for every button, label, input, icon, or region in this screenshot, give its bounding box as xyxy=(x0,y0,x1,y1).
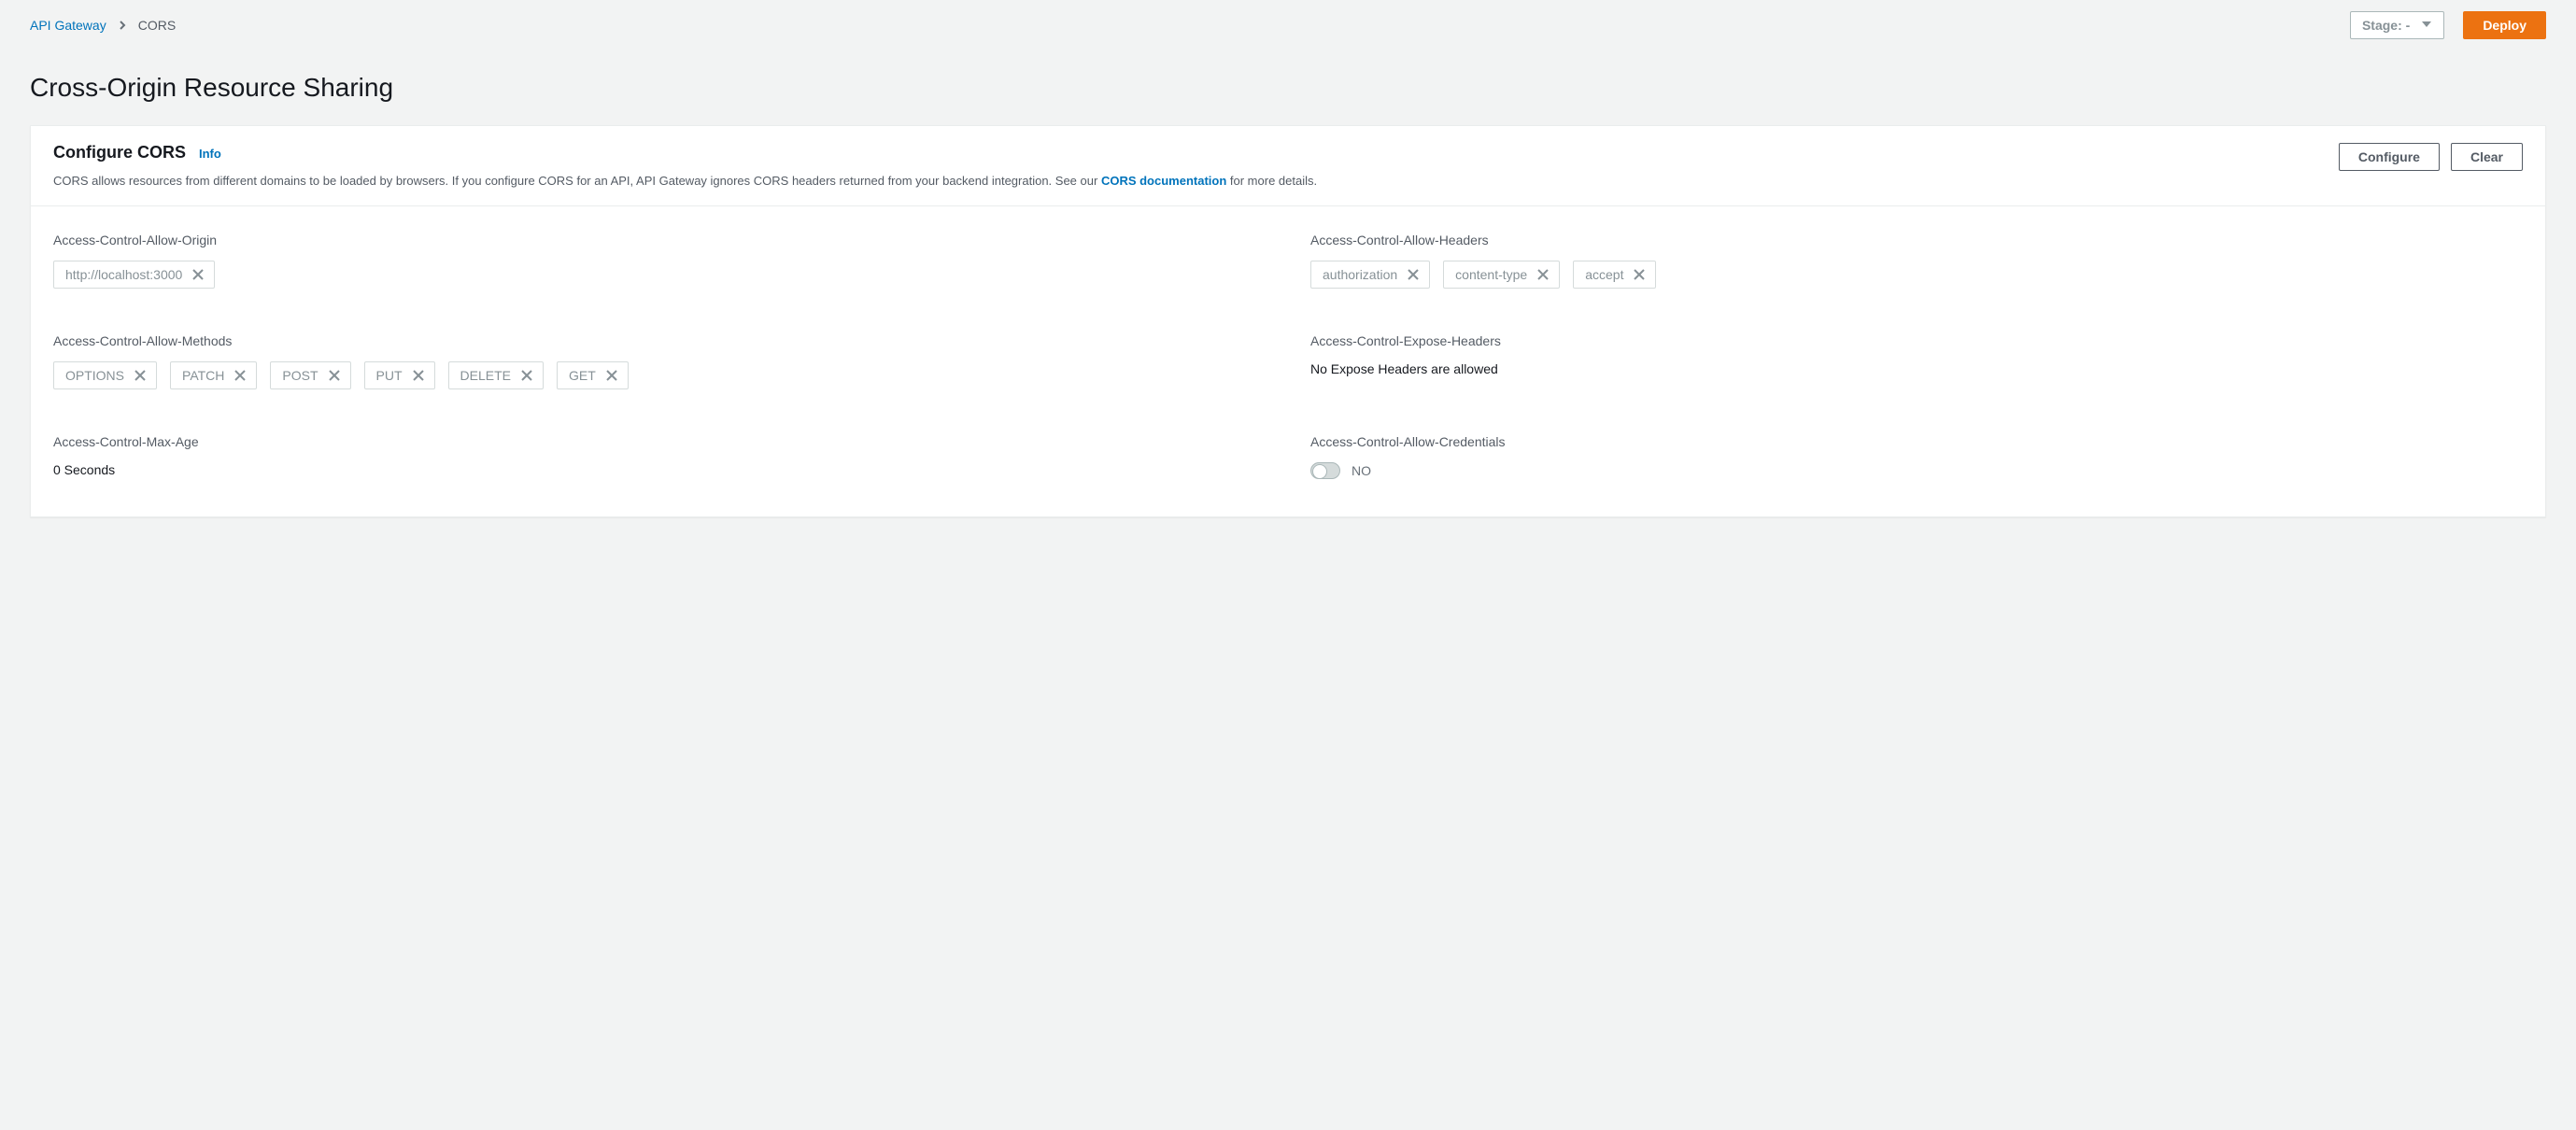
panel-title: Configure CORS xyxy=(53,143,186,162)
tag: OPTIONS xyxy=(53,361,157,389)
tag: authorization xyxy=(1310,261,1430,289)
remove-icon[interactable] xyxy=(1536,268,1550,281)
expose-headers-value: No Expose Headers are allowed xyxy=(1310,361,2523,376)
field-allow-methods: Access-Control-Allow-Methods OPTIONS PATC… xyxy=(53,333,1266,389)
tag: http://localhost:3000 xyxy=(53,261,215,289)
configure-cors-panel: Configure CORS Info CORS allows resource… xyxy=(30,125,2546,517)
tag: accept xyxy=(1573,261,1656,289)
configure-button[interactable]: Configure xyxy=(2339,143,2440,171)
tag-label: http://localhost:3000 xyxy=(65,267,182,282)
tag: PUT xyxy=(364,361,435,389)
remove-icon[interactable] xyxy=(412,369,425,382)
tag: content-type xyxy=(1443,261,1560,289)
field-allow-origin: Access-Control-Allow-Origin http://local… xyxy=(53,233,1266,289)
panel-description-prefix: CORS allows resources from different dom… xyxy=(53,174,1101,188)
field-label: Access-Control-Allow-Headers xyxy=(1310,233,2523,247)
breadcrumb-current: CORS xyxy=(138,18,176,33)
tag-label: PATCH xyxy=(182,368,224,383)
remove-icon[interactable] xyxy=(1407,268,1420,281)
tag: DELETE xyxy=(448,361,544,389)
field-allow-headers: Access-Control-Allow-Headers authorizati… xyxy=(1310,233,2523,289)
page-title: Cross-Origin Resource Sharing xyxy=(30,47,2546,125)
allow-origin-tags: http://localhost:3000 xyxy=(53,261,1266,289)
allow-methods-tags: OPTIONS PATCH POST PUT DELETE GET xyxy=(53,361,1266,389)
tag: POST xyxy=(270,361,350,389)
cors-documentation-link[interactable]: CORS documentation xyxy=(1101,174,1226,188)
allow-credentials-value: NO xyxy=(1352,463,1371,478)
allow-headers-tags: authorization content-type accept xyxy=(1310,261,2523,289)
tag: PATCH xyxy=(170,361,257,389)
panel-description-suffix: for more details. xyxy=(1226,174,1317,188)
deploy-button[interactable]: Deploy xyxy=(2463,11,2546,39)
remove-icon[interactable] xyxy=(605,369,618,382)
field-label: Access-Control-Max-Age xyxy=(53,434,1266,449)
tag-label: accept xyxy=(1585,267,1623,282)
remove-icon[interactable] xyxy=(328,369,341,382)
tag: GET xyxy=(557,361,629,389)
max-age-value: 0 Seconds xyxy=(53,462,1266,477)
clear-button[interactable]: Clear xyxy=(2451,143,2523,171)
panel-description: CORS allows resources from different dom… xyxy=(53,172,2316,191)
remove-icon[interactable] xyxy=(134,369,147,382)
caret-down-icon xyxy=(2421,18,2432,33)
tag-label: authorization xyxy=(1323,267,1397,282)
chevron-right-icon xyxy=(118,21,127,30)
breadcrumb: API Gateway CORS xyxy=(30,18,176,33)
tag-label: POST xyxy=(282,368,318,383)
remove-icon[interactable] xyxy=(1633,268,1646,281)
stage-select-label: Stage: - xyxy=(2362,18,2410,33)
field-allow-credentials: Access-Control-Allow-Credentials NO xyxy=(1310,434,2523,479)
field-label: Access-Control-Allow-Credentials xyxy=(1310,434,2523,449)
remove-icon[interactable] xyxy=(191,268,205,281)
tag-label: content-type xyxy=(1455,267,1527,282)
remove-icon[interactable] xyxy=(520,369,533,382)
field-label: Access-Control-Allow-Origin xyxy=(53,233,1266,247)
remove-icon[interactable] xyxy=(234,369,247,382)
field-max-age: Access-Control-Max-Age 0 Seconds xyxy=(53,434,1266,479)
breadcrumb-root-link[interactable]: API Gateway xyxy=(30,18,106,33)
info-link[interactable]: Info xyxy=(199,147,221,161)
tag-label: GET xyxy=(569,368,596,383)
tag-label: DELETE xyxy=(460,368,511,383)
stage-select[interactable]: Stage: - xyxy=(2350,11,2444,39)
tag-label: OPTIONS xyxy=(65,368,124,383)
allow-credentials-toggle[interactable] xyxy=(1310,462,1340,479)
field-label: Access-Control-Allow-Methods xyxy=(53,333,1266,348)
field-label: Access-Control-Expose-Headers xyxy=(1310,333,2523,348)
field-expose-headers: Access-Control-Expose-Headers No Expose … xyxy=(1310,333,2523,389)
tag-label: PUT xyxy=(376,368,403,383)
